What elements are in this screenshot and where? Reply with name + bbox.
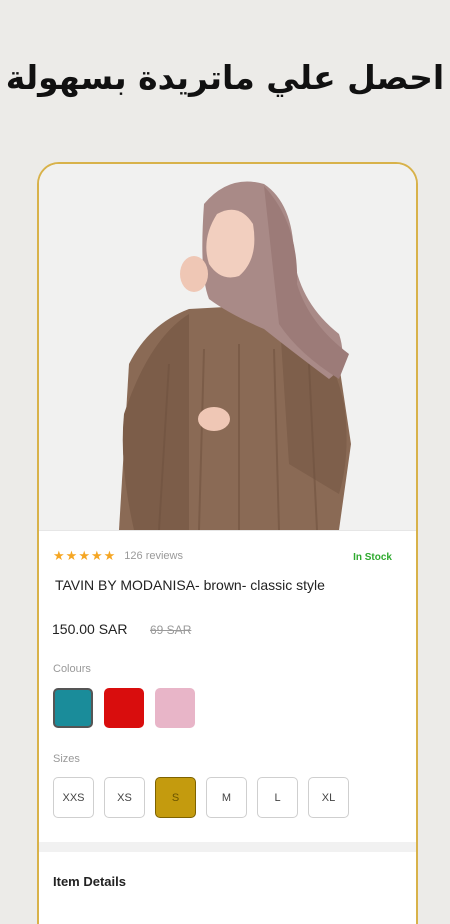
star-icon: ★ [103, 548, 116, 563]
product-title: TAVIN BY MODANISA- brown- classic style [55, 577, 325, 593]
size-option-l[interactable]: L [257, 777, 298, 818]
product-image[interactable] [39, 164, 416, 530]
size-option-xl[interactable]: XL [308, 777, 349, 818]
size-option-s[interactable]: S [155, 777, 196, 818]
colour-swatches [53, 688, 206, 728]
product-price: 150.00 SAR [52, 621, 128, 637]
size-option-xs[interactable]: XS [104, 777, 145, 818]
item-details-label: Item Details [53, 874, 126, 889]
product-info: ★ ★ ★ ★ ★ 126 reviews In Stock TAVIN BY … [39, 530, 416, 843]
section-divider [39, 842, 416, 852]
reviews-count[interactable]: 126 reviews [124, 550, 183, 562]
star-icon: ★ [65, 548, 78, 563]
colour-swatch-pink[interactable] [155, 688, 195, 728]
sizes-label: Sizes [53, 753, 80, 765]
item-details-section[interactable]: Item Details [39, 852, 416, 924]
size-option-m[interactable]: M [206, 777, 247, 818]
size-option-xxs[interactable]: XXS [53, 777, 94, 818]
star-icon: ★ [78, 548, 90, 563]
colour-swatch-red[interactable] [104, 688, 144, 728]
star-icon: ★ [53, 548, 65, 563]
colour-swatch-teal[interactable] [53, 688, 93, 728]
rating: ★ ★ ★ ★ ★ 126 reviews [53, 549, 183, 562]
phone-frame: ★ ★ ★ ★ ★ 126 reviews In Stock TAVIN BY … [37, 162, 418, 924]
product-old-price: 69 SAR [150, 623, 192, 637]
headline: احصل علي ماتريدة بسهولة [5, 58, 445, 97]
size-options: XXS XS S M L XL [53, 777, 359, 818]
colours-label: Colours [53, 663, 91, 675]
stock-status: In Stock [353, 552, 392, 563]
product-illustration [39, 164, 416, 530]
star-icon: ★ [90, 548, 103, 563]
